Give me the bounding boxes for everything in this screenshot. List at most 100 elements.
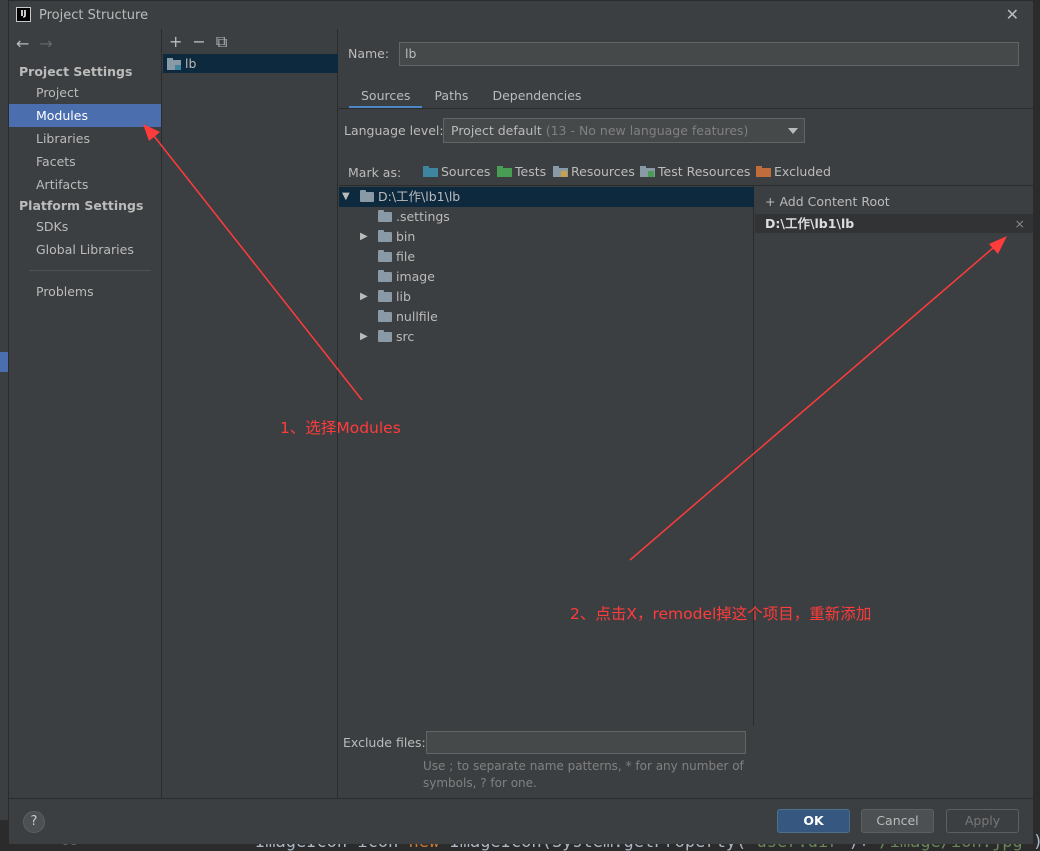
module-name-input[interactable]: lb bbox=[399, 42, 1019, 66]
module-toolbar: + − ⧉ bbox=[169, 32, 237, 52]
mark-as-excluded-button[interactable]: Excluded bbox=[756, 164, 831, 179]
nav-item-libraries[interactable]: Libraries bbox=[9, 127, 161, 150]
tab-paths[interactable]: Paths bbox=[422, 84, 480, 109]
module-folder-icon bbox=[167, 58, 181, 70]
mark-as-label: Mark as: bbox=[348, 165, 402, 180]
name-label: Name: bbox=[348, 46, 390, 61]
editor-gutter-strip bbox=[0, 0, 8, 851]
copy-module-icon[interactable]: ⧉ bbox=[216, 32, 227, 51]
language-level-value: Project default bbox=[451, 123, 542, 138]
mark-as-tests-button[interactable]: Tests bbox=[497, 164, 546, 179]
content-root-path: D:\工作\lb1\lb bbox=[765, 216, 855, 231]
remove-content-root-icon[interactable]: × bbox=[1015, 214, 1025, 233]
tree-row[interactable]: ▶ lib bbox=[339, 287, 754, 307]
mark-as-test-resources-button[interactable]: Test Resources bbox=[640, 164, 750, 179]
tab-dependencies[interactable]: Dependencies bbox=[480, 84, 593, 109]
settings-nav: ← → Project Settings Project Modules Libr… bbox=[9, 29, 162, 798]
tree-row-label: image bbox=[396, 269, 435, 284]
ok-button[interactable]: OK bbox=[777, 809, 850, 833]
platform-settings-heading: Platform Settings bbox=[19, 198, 144, 213]
folder-icon bbox=[378, 330, 392, 342]
mark-as-sources-label: Sources bbox=[441, 164, 491, 179]
tree-row-label: nullfile bbox=[396, 309, 438, 324]
folder-icon bbox=[360, 190, 374, 202]
close-window-icon[interactable]: ✕ bbox=[1006, 5, 1019, 24]
tests-folder-icon bbox=[497, 166, 512, 177]
nav-item-problems[interactable]: Problems bbox=[9, 280, 161, 303]
help-button[interactable]: ? bbox=[23, 811, 45, 833]
back-arrow-icon[interactable]: ← bbox=[16, 34, 29, 53]
sources-folder-icon bbox=[423, 166, 438, 177]
apply-button[interactable]: Apply bbox=[946, 809, 1019, 833]
nav-history: ← → bbox=[16, 34, 63, 53]
tree-row[interactable]: image bbox=[339, 267, 754, 287]
folder-icon bbox=[378, 250, 392, 262]
remove-module-icon[interactable]: − bbox=[192, 32, 205, 51]
add-module-icon[interactable]: + bbox=[169, 32, 182, 51]
tree-row[interactable]: ▶ src bbox=[339, 327, 754, 347]
excluded-folder-icon bbox=[756, 166, 771, 177]
expand-arrow-icon[interactable]: ▶ bbox=[360, 287, 368, 307]
content-root-item[interactable]: D:\工作\lb1\lb × bbox=[755, 214, 1033, 233]
tree-row-label: bin bbox=[396, 229, 416, 244]
expand-arrow-icon[interactable]: ▶ bbox=[360, 327, 368, 347]
tree-row[interactable]: file bbox=[339, 247, 754, 267]
mark-as-sources-button[interactable]: Sources bbox=[423, 164, 490, 179]
tree-row[interactable]: .settings bbox=[339, 207, 754, 227]
language-level-label: Language level: bbox=[344, 123, 444, 138]
nav-item-sdks[interactable]: SDKs bbox=[9, 215, 161, 238]
exclude-files-input[interactable] bbox=[426, 731, 746, 754]
title-bar: IJ Project Structure ✕ bbox=[9, 1, 1033, 29]
forward-arrow-icon[interactable]: → bbox=[39, 34, 52, 53]
add-content-root-button[interactable]: + Add Content Root bbox=[765, 194, 890, 209]
module-item-label: lb bbox=[185, 56, 197, 71]
dialog-button-bar: ? OK Cancel Apply bbox=[9, 798, 1033, 844]
nav-item-global-libraries[interactable]: Global Libraries bbox=[9, 238, 161, 261]
editor-gutter-marker bbox=[0, 352, 8, 372]
tree-row-label: .settings bbox=[396, 209, 450, 224]
tree-row-label: lib bbox=[396, 289, 411, 304]
tree-row-label: file bbox=[396, 249, 416, 264]
tree-row[interactable]: ▶ bin bbox=[339, 227, 754, 247]
language-level-select[interactable]: Project default (13 - No new language fe… bbox=[443, 118, 805, 143]
language-level-hint: (13 - No new language features) bbox=[545, 123, 749, 138]
folder-icon bbox=[378, 230, 392, 242]
folder-icon bbox=[378, 270, 392, 282]
mark-as-resources-label: Resources bbox=[571, 164, 635, 179]
tree-row[interactable]: nullfile bbox=[339, 307, 754, 327]
annotation-step-1: 1、选择Modules bbox=[280, 419, 401, 437]
plus-icon: + bbox=[765, 194, 776, 209]
mark-as-resources-button[interactable]: Resources bbox=[553, 164, 635, 179]
folder-icon bbox=[378, 290, 392, 302]
exclude-hint-line-1: Use ; to separate name patterns, * for a… bbox=[423, 759, 744, 773]
expand-arrow-icon[interactable]: ▶ bbox=[360, 227, 368, 247]
tree-root-label: D:\工作\lb1\lb bbox=[378, 189, 461, 204]
tab-sources[interactable]: Sources bbox=[349, 84, 423, 109]
window-title: Project Structure bbox=[39, 8, 149, 23]
project-structure-dialog: IJ Project Structure ✕ ← → Project Settin… bbox=[8, 0, 1033, 844]
folder-icon bbox=[378, 310, 392, 322]
content-roots-panel: + Add Content Root D:\工作\lb1\lb × bbox=[755, 186, 1033, 798]
tree-root-row[interactable]: ▼ D:\工作\lb1\lb bbox=[339, 187, 754, 207]
chevron-down-icon bbox=[788, 128, 798, 134]
module-settings-pane: Name: lb Sources Paths Dependencies Langua… bbox=[339, 29, 1033, 798]
code-part: ); bbox=[1033, 832, 1040, 851]
expand-arrow-icon[interactable]: ▼ bbox=[342, 187, 350, 207]
add-content-root-label: Add Content Root bbox=[779, 194, 890, 209]
nav-item-artifacts[interactable]: Artifacts bbox=[9, 173, 161, 196]
tree-row-label: src bbox=[396, 329, 415, 344]
nav-item-project[interactable]: Project bbox=[9, 81, 161, 104]
cancel-button[interactable]: Cancel bbox=[861, 809, 934, 833]
exclude-hint-line-2: symbols, ? for one. bbox=[423, 776, 537, 790]
nav-item-facets[interactable]: Facets bbox=[9, 150, 161, 173]
intellij-app-icon: IJ bbox=[16, 7, 31, 22]
test-resources-folder-icon bbox=[640, 166, 655, 177]
project-settings-heading: Project Settings bbox=[19, 64, 133, 79]
nav-divider bbox=[29, 270, 151, 271]
mark-as-tests-label: Tests bbox=[515, 164, 547, 179]
folder-icon bbox=[378, 210, 392, 222]
nav-item-modules[interactable]: Modules bbox=[9, 104, 161, 127]
exclude-files-label: Exclude files: bbox=[343, 735, 426, 750]
tabs-divider bbox=[339, 108, 1033, 109]
module-item-lb[interactable]: lb bbox=[163, 54, 338, 73]
